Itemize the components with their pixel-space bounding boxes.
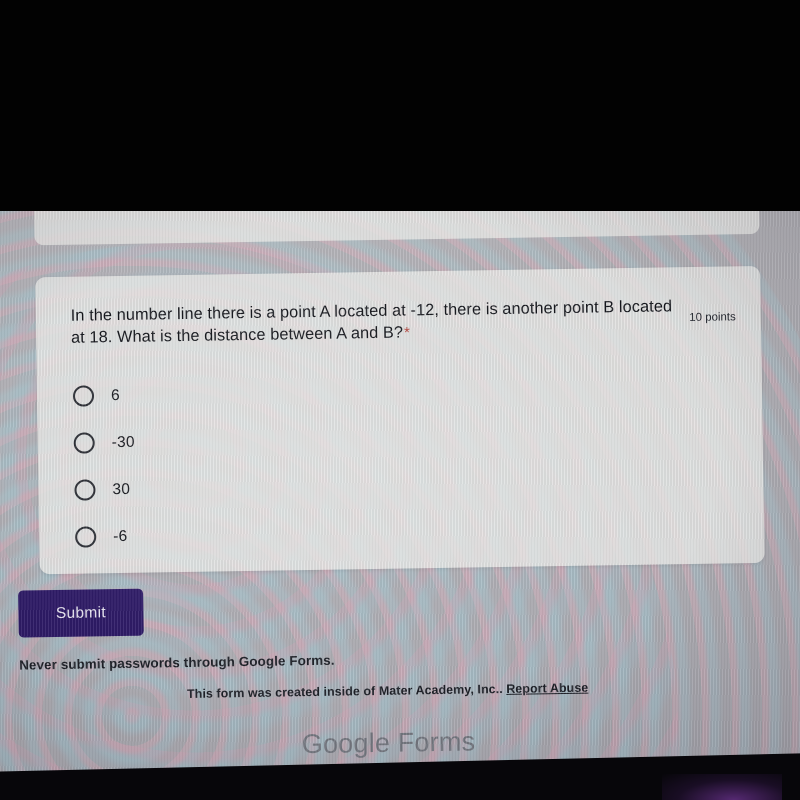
password-warning-text: Never submit passwords through Google Fo…	[19, 652, 335, 673]
radio-button-icon-4[interactable]	[75, 526, 97, 548]
camera-letterbox-top	[0, 0, 800, 211]
question-text: In the number line there is a point A lo…	[70, 297, 673, 347]
question-header-row: In the number line there is a point A lo…	[71, 294, 737, 349]
option-row-2[interactable]: -30	[73, 413, 474, 466]
report-abuse-link[interactable]: Report Abuse	[506, 681, 588, 696]
option-row-1[interactable]: 6	[72, 366, 474, 419]
question-card: In the number line there is a point A lo…	[35, 265, 765, 575]
question-title: In the number line there is a point A lo…	[71, 295, 678, 350]
options-list: 6 -30 30 -6	[72, 366, 476, 560]
required-asterisk-icon: *	[403, 324, 411, 342]
photo-of-screen: In the number line there is a point A lo…	[0, 0, 800, 800]
radio-button-icon-3[interactable]	[74, 479, 96, 501]
option-label-2: -30	[111, 433, 135, 451]
option-row-4[interactable]: -6	[75, 507, 476, 560]
radio-button-icon-1[interactable]	[72, 385, 95, 407]
google-form-page: In the number line there is a point A lo…	[0, 193, 800, 792]
attribution-text: This form was created inside of Mater Ac…	[186, 682, 503, 701]
points-label: 10 points	[689, 311, 736, 325]
form-attribution: This form was created inside of Mater Ac…	[0, 678, 778, 704]
monitor-screen: In the number line there is a point A lo…	[0, 193, 800, 792]
option-label-3: 30	[112, 480, 131, 498]
submit-button[interactable]: Submit	[18, 588, 144, 638]
option-row-3[interactable]: 30	[74, 460, 475, 513]
option-label-1: 6	[110, 386, 120, 404]
option-label-4: -6	[113, 527, 128, 545]
logo-google-text: Google	[301, 727, 391, 760]
logo-forms-text: Forms	[397, 726, 476, 758]
radio-button-icon-2[interactable]	[73, 432, 95, 454]
